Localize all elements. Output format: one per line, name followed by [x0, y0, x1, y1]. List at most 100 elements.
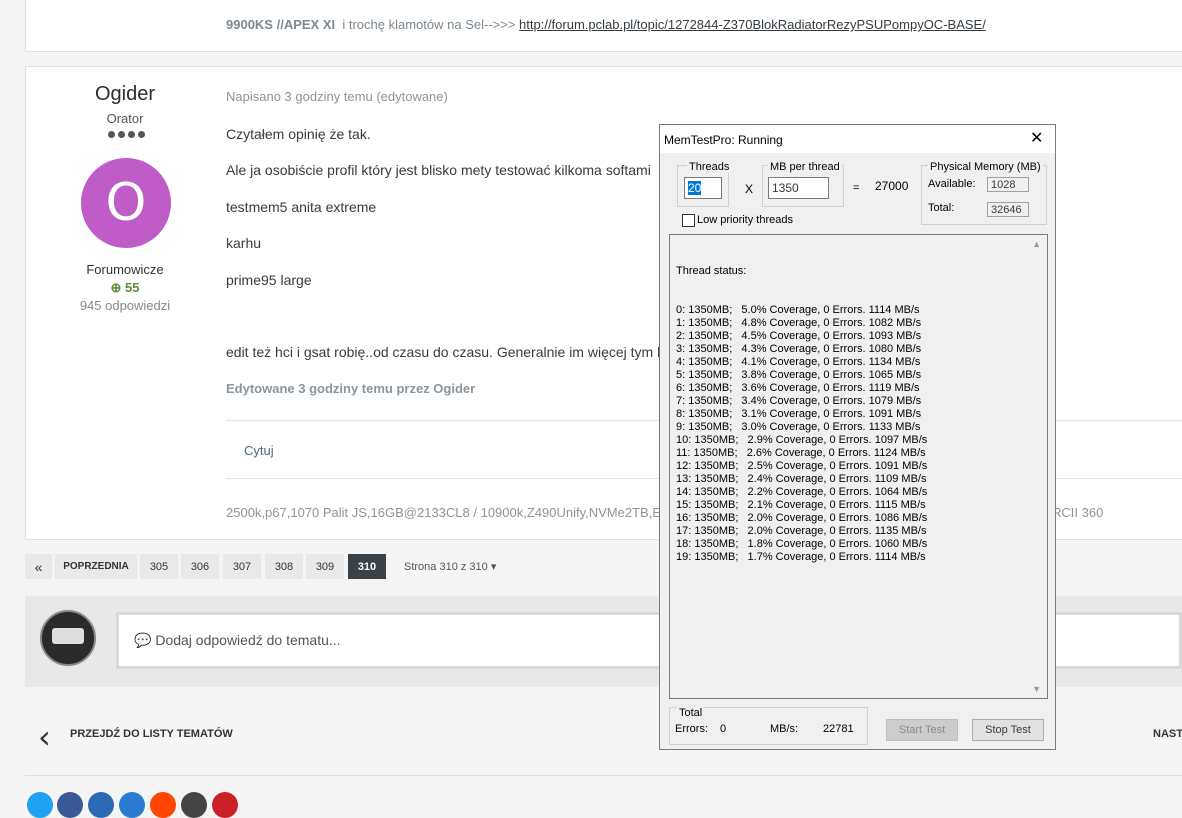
thread-status-lines: Thread status: 0: 1350MB; 5.0% Coverage,… [676, 239, 927, 564]
mbs-label: MB/s: [770, 723, 799, 735]
signature-bold: 9900KS //APEX XI [226, 17, 336, 32]
author-name[interactable]: Ogider [25, 83, 225, 106]
page-309[interactable]: 309 [306, 554, 344, 579]
window-title: MemTestPro: Running [664, 133, 783, 147]
post-timestamp: Napisano 3 godziny temu (edytowane) [226, 89, 448, 104]
page-info: Strona 310 z 310 [404, 561, 488, 573]
thread-status-line: 4: 1350MB; 4.1% Coverage, 0 Errors. 1134… [676, 356, 921, 368]
page-306[interactable]: 306 [181, 554, 219, 579]
thread-status-line: 13: 1350MB; 2.4% Coverage, 0 Errors. 110… [676, 473, 927, 485]
post-line: Ale ja osobiście profil który jest blisk… [226, 162, 651, 178]
total-label: Total: [928, 202, 955, 214]
thread-status-line: 0: 1350MB; 5.0% Coverage, 0 Errors. 1114… [676, 304, 920, 316]
times-sign: X [745, 182, 754, 196]
avatar[interactable]: O [81, 158, 171, 248]
author-post-count: 945 odpowiedzi [79, 298, 171, 313]
close-icon[interactable]: ✕ [1030, 128, 1043, 147]
post-signature-tail: RCII 360 [1052, 505, 1104, 520]
available-label: Available: [928, 178, 976, 190]
mbs-value: 22781 [823, 723, 854, 735]
facebook-share-icon[interactable] [57, 792, 83, 818]
quote-button[interactable]: Cytuj [244, 443, 274, 458]
next-topic-link[interactable]: NAST [1153, 728, 1182, 740]
mb-label: MB per thread [768, 161, 842, 173]
errors-value: 0 [720, 723, 727, 735]
thread-status-line: 18: 1350MB; 1.8% Coverage, 0 Errors. 106… [676, 538, 928, 550]
thread-status-line: 16: 1350MB; 2.0% Coverage, 0 Errors. 108… [676, 512, 928, 524]
reputation-value: 55 [125, 280, 140, 295]
post-line: edit też hci i gsat robię..od czasu do c… [226, 344, 668, 360]
thread-status-list[interactable]: Thread status: 0: 1350MB; 5.0% Coverage,… [669, 234, 1048, 699]
thread-status-line: 6: 1350MB; 3.6% Coverage, 0 Errors. 1119… [676, 382, 920, 394]
page-305[interactable]: 305 [140, 554, 178, 579]
author-group: Forumowicze [86, 262, 164, 277]
page-310-current[interactable]: 310 [348, 554, 386, 579]
divider [25, 775, 1182, 776]
equals-sign: = [853, 182, 860, 194]
gauge-logo [52, 628, 84, 644]
memtest-window[interactable]: MemTestPro: Running ✕ Threads 20 X MB pe… [659, 124, 1056, 750]
post-signature: 2500k,p67,1070 Palit JS,16GB@2133CL8 / 1… [226, 505, 670, 520]
post-line: testmem5 anita extreme [226, 199, 377, 215]
reddit-share-icon[interactable] [150, 792, 176, 818]
comment-icon: 💬 [134, 632, 152, 648]
thread-status-line: 17: 1350MB; 2.0% Coverage, 0 Errors. 113… [676, 525, 927, 537]
twitter-share-icon[interactable] [27, 792, 53, 818]
total-mb-value: 27000 [875, 179, 909, 193]
low-priority-label: Low priority threads [697, 214, 793, 226]
thread-status-line: 12: 1350MB; 2.5% Coverage, 0 Errors. 109… [676, 460, 928, 472]
scroll-down-icon[interactable]: ▼ [1032, 684, 1041, 694]
chevron-left-icon[interactable]: ‹ [38, 718, 51, 756]
page-307[interactable]: 307 [223, 554, 261, 579]
thread-status-line: 2: 1350MB; 4.5% Coverage, 0 Errors. 1093… [676, 330, 922, 342]
mb-per-thread-input[interactable]: 1350 [768, 177, 829, 199]
low-priority-checkbox[interactable] [682, 214, 695, 227]
status-title: Thread status: [676, 265, 747, 277]
post-line: karhu [226, 235, 262, 251]
signature-link[interactable]: http://forum.pclab.pl/topic/1272844-Z370… [519, 17, 986, 32]
thread-status-line: 9: 1350MB; 3.0% Coverage, 0 Errors. 1133… [676, 421, 921, 433]
top-signature: 9900KS //APEX XI i trochę klamotów na Se… [226, 17, 986, 32]
post-line: Czytałem opinię że tak. [226, 126, 371, 142]
caret-down-icon: ▾ [490, 561, 497, 573]
delicious-share-icon[interactable] [119, 792, 145, 818]
prev-arrow-icon[interactable]: « [25, 554, 52, 579]
rank-pips [108, 131, 148, 138]
author-reputation: ⊕ 55 [25, 280, 225, 296]
threads-input[interactable]: 20 [684, 177, 722, 199]
email-share-icon[interactable] [181, 792, 207, 818]
back-to-topics-link[interactable]: PRZEJDŹ DO LISTY TEMATÓW [70, 728, 233, 740]
post-line: prime95 large [226, 272, 312, 288]
reply-placeholder-text: Dodaj odpowiedź do tematu... [155, 632, 341, 648]
thread-status-line: 15: 1350MB; 2.1% Coverage, 0 Errors. 111… [676, 499, 926, 511]
errors-label: Errors: [675, 723, 708, 735]
pinterest-share-icon[interactable] [212, 792, 238, 818]
thread-status-line: 5: 1350MB; 3.8% Coverage, 0 Errors. 1065… [676, 369, 922, 381]
thread-status-line: 8: 1350MB; 3.1% Coverage, 0 Errors. 1091… [676, 408, 922, 420]
thread-status-line: 7: 1350MB; 3.4% Coverage, 0 Errors. 1079… [676, 395, 922, 407]
thread-status-line: 3: 1350MB; 4.3% Coverage, 0 Errors. 1080… [676, 343, 922, 355]
author-rank: Orator [106, 111, 144, 126]
thread-status-line: 14: 1350MB; 2.2% Coverage, 0 Errors. 106… [676, 486, 928, 498]
total-memory-value: 32646 [987, 202, 1029, 217]
threads-value: 20 [688, 181, 702, 195]
thread-status-line: 19: 1350MB; 1.7% Coverage, 0 Errors. 111… [676, 551, 926, 563]
threads-label: Threads [687, 161, 732, 173]
start-test-button[interactable]: Start Test [886, 719, 958, 741]
scroll-up-icon[interactable]: ▲ [1032, 239, 1041, 249]
prev-page-button[interactable]: POPRZEDNIA [55, 554, 137, 579]
edited-note: Edytowane 3 godziny temu przez Ogider [226, 381, 476, 396]
thread-status-line: 11: 1350MB; 2.6% Coverage, 0 Errors. 112… [676, 447, 926, 459]
page-308[interactable]: 308 [265, 554, 303, 579]
thread-status-line: 10: 1350MB; 2.9% Coverage, 0 Errors. 109… [676, 434, 928, 446]
thread-status-line: 1: 1350MB; 4.8% Coverage, 0 Errors. 1082… [676, 317, 922, 329]
physical-memory-label: Physical Memory (MB) [928, 161, 1043, 173]
signature-text: i trochę klamotów na Sel-->>> [342, 17, 520, 32]
reply-placeholder[interactable]: 💬 Dodaj odpowiedź do tematu... [134, 632, 341, 649]
page-jump-dropdown[interactable]: Strona 310 z 310 ▾ [404, 560, 496, 573]
total-group-label: Total [677, 707, 705, 719]
stop-test-button[interactable]: Stop Test [972, 719, 1044, 741]
available-value: 1028 [987, 177, 1029, 192]
plus-circle-icon: ⊕ [110, 280, 122, 295]
digg-share-icon[interactable] [88, 792, 114, 818]
